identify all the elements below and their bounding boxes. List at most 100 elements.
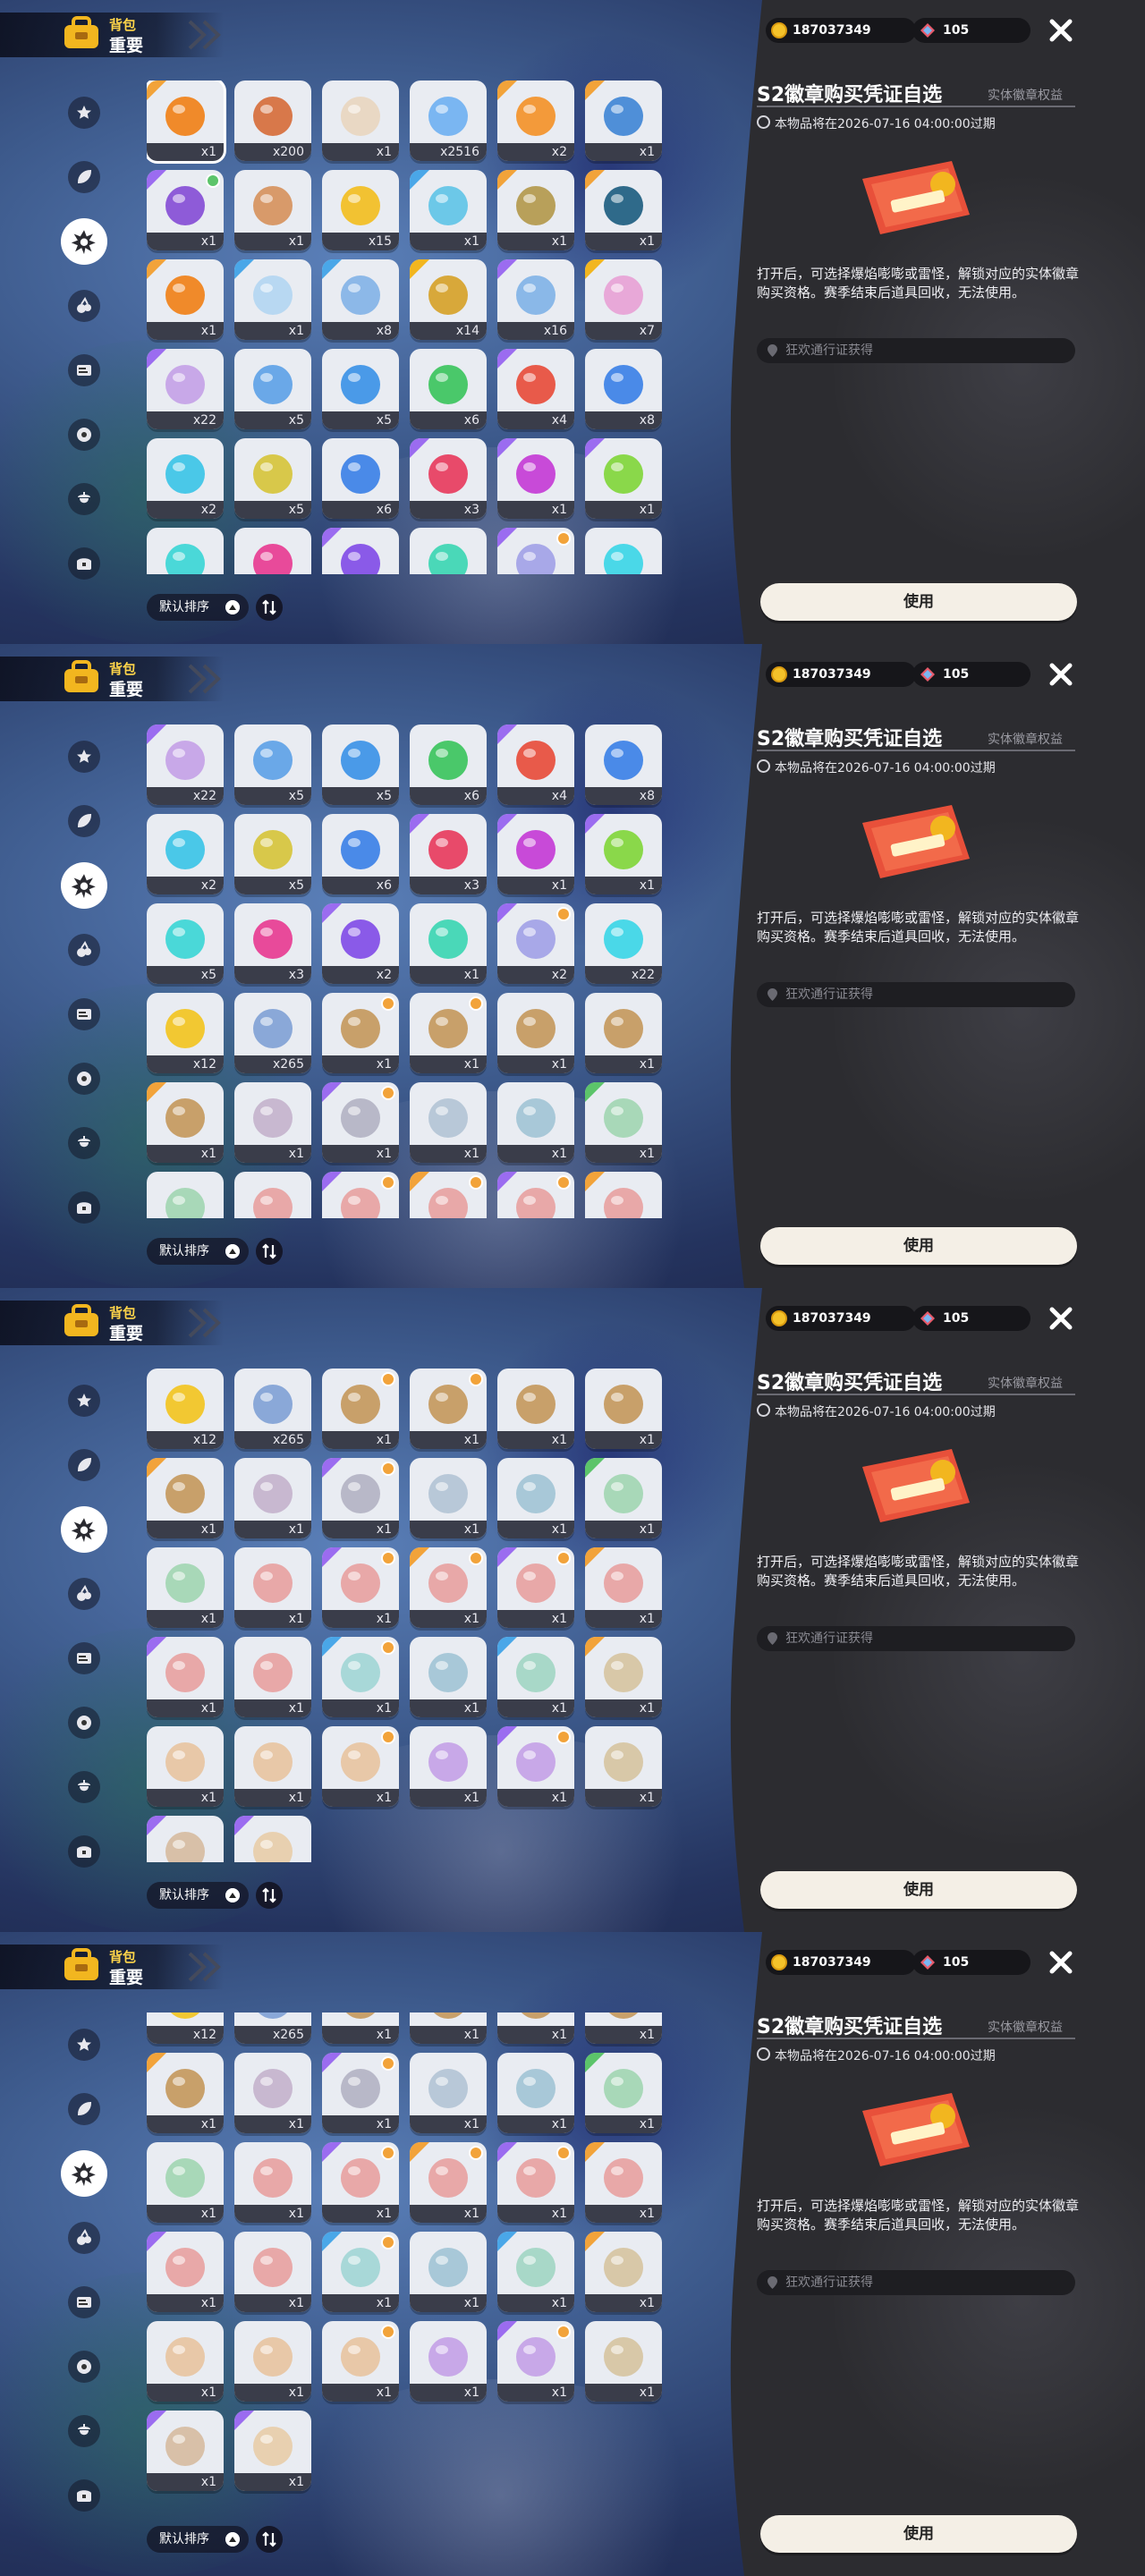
inventory-item[interactable]: x1 xyxy=(234,1172,311,1218)
sidebar-item-acorn[interactable] xyxy=(61,2408,107,2454)
item-grid[interactable]: x12 x265 x1 x1 x1 x1 x1 x1 x1 x1 x1 x1 x1 x1 x1 x1 x1 x1 x… xyxy=(147,2012,671,2506)
sidebar-item-star[interactable] xyxy=(61,2021,107,2068)
inventory-item[interactable]: x15 xyxy=(322,170,399,250)
inventory-item[interactable]: x1 xyxy=(322,2142,399,2223)
sidebar-item-badge[interactable] xyxy=(61,1506,107,1553)
inventory-item[interactable]: x5 xyxy=(234,724,311,805)
inventory-item[interactable]: x1 xyxy=(585,170,662,250)
inventory-item[interactable]: x6 xyxy=(410,349,487,429)
inventory-item[interactable]: x1 xyxy=(585,1726,662,1807)
close-icon[interactable] xyxy=(1047,1948,1075,1977)
inventory-item[interactable]: x1 xyxy=(322,2321,399,2402)
inventory-item[interactable]: x1 xyxy=(497,1368,574,1449)
inventory-item[interactable]: x8 xyxy=(585,724,662,805)
inventory-item[interactable]: x1 xyxy=(410,2053,487,2133)
inventory-item[interactable]: x1 xyxy=(147,170,224,250)
inventory-item[interactable]: x2 xyxy=(147,438,224,519)
inventory-item[interactable]: x1 xyxy=(147,2321,224,2402)
inventory-item[interactable]: x1 xyxy=(234,1458,311,1538)
inventory-item[interactable]: x1 xyxy=(410,1637,487,1717)
inventory-item[interactable]: x1 xyxy=(497,170,574,250)
inventory-item[interactable]: x1 xyxy=(497,2321,574,2402)
sidebar-item-card[interactable] xyxy=(61,991,107,1038)
sidebar-item-star[interactable] xyxy=(61,89,107,136)
inventory-item[interactable]: x5 xyxy=(147,903,224,984)
inventory-item[interactable]: x12 xyxy=(147,993,224,1073)
inventory-item[interactable]: x1 xyxy=(585,2232,662,2312)
inventory-item[interactable]: x2 xyxy=(322,903,399,984)
inventory-item[interactable]: x1 xyxy=(410,1547,487,1628)
item-grid[interactable]: x22 x5 x5 x6 x4 x8 x2 x5 x6 x3 x1 x1 x5 x3 x2 x1 x2 x22 x1… xyxy=(147,724,671,1218)
inventory-item[interactable]: x6 xyxy=(322,438,399,519)
inventory-item[interactable]: x1 xyxy=(497,1172,574,1218)
inventory-item[interactable]: x1 xyxy=(147,1458,224,1538)
sidebar-item-chest[interactable] xyxy=(61,2472,107,2519)
inventory-item[interactable]: x1 xyxy=(410,903,487,984)
inventory-item[interactable]: x5 xyxy=(147,528,224,574)
inventory-item[interactable]: x4 xyxy=(497,349,574,429)
inventory-item[interactable]: x1 xyxy=(410,2321,487,2402)
sidebar-item-badge[interactable] xyxy=(61,862,107,909)
inventory-item[interactable]: x1 xyxy=(585,1458,662,1538)
sidebar-item-chest[interactable] xyxy=(61,1184,107,1231)
inventory-item[interactable]: x1 xyxy=(147,2411,224,2491)
sidebar-item-star[interactable] xyxy=(61,733,107,780)
sort-dropdown[interactable]: 默认排序 xyxy=(147,2526,249,2553)
inventory-item[interactable]: x6 xyxy=(410,724,487,805)
inventory-item[interactable]: x3 xyxy=(410,438,487,519)
inventory-item[interactable]: x16 xyxy=(497,259,574,340)
inventory-item[interactable]: x1 xyxy=(322,1368,399,1449)
inventory-item[interactable]: x4 xyxy=(497,724,574,805)
inventory-item[interactable]: x22 xyxy=(585,903,662,984)
inventory-item[interactable]: x2 xyxy=(497,80,574,161)
sidebar-item-badge[interactable] xyxy=(61,218,107,265)
sidebar-item-acorn[interactable] xyxy=(61,1120,107,1166)
inventory-item[interactable]: x2516 xyxy=(410,80,487,161)
inventory-item[interactable]: x1 xyxy=(234,2411,311,2491)
sidebar-item-card[interactable] xyxy=(61,347,107,394)
sidebar-item-star[interactable] xyxy=(61,1377,107,1424)
inventory-item[interactable]: x22 xyxy=(147,724,224,805)
use-button[interactable]: 使用 xyxy=(760,583,1077,621)
inventory-item[interactable]: x22 xyxy=(147,349,224,429)
inventory-item[interactable]: x3 xyxy=(410,814,487,894)
inventory-item[interactable]: x1 xyxy=(410,1458,487,1538)
inventory-item[interactable]: x5 xyxy=(234,349,311,429)
inventory-item[interactable]: x2 xyxy=(497,903,574,984)
inventory-item[interactable]: x1 xyxy=(410,170,487,250)
inventory-item[interactable]: x1 xyxy=(497,1547,574,1628)
sidebar-item-chest[interactable] xyxy=(61,540,107,587)
inventory-item[interactable]: x1 xyxy=(410,1368,487,1449)
inventory-item[interactable]: x1 xyxy=(497,2053,574,2133)
inventory-item[interactable]: x1 xyxy=(322,1172,399,1218)
sidebar-item-card[interactable] xyxy=(61,1635,107,1682)
inventory-item[interactable]: x1 xyxy=(234,1547,311,1628)
inventory-item[interactable]: x1 xyxy=(585,1547,662,1628)
sidebar-item-acorn[interactable] xyxy=(61,1764,107,1810)
inventory-item[interactable]: x1 xyxy=(410,2012,487,2044)
inventory-item[interactable]: x1 xyxy=(585,2142,662,2223)
sort-order-toggle-icon[interactable] xyxy=(256,2526,283,2553)
inventory-item[interactable]: x1 xyxy=(497,2012,574,2044)
inventory-item[interactable]: x1 xyxy=(585,438,662,519)
inventory-item[interactable]: x1 xyxy=(322,993,399,1073)
inventory-item[interactable]: x265 xyxy=(234,993,311,1073)
sidebar-item-ball[interactable] xyxy=(61,411,107,458)
inventory-item[interactable]: x5 xyxy=(234,814,311,894)
sidebar-item-cherry[interactable] xyxy=(61,2215,107,2261)
inventory-item[interactable]: x1 xyxy=(497,1458,574,1538)
inventory-item[interactable]: x1 xyxy=(410,2232,487,2312)
sidebar-item-leaf[interactable] xyxy=(61,2086,107,2132)
inventory-item[interactable]: x3 xyxy=(234,528,311,574)
inventory-item[interactable]: x1 xyxy=(410,1726,487,1807)
inventory-item[interactable]: x5 xyxy=(322,724,399,805)
inventory-item[interactable]: x1 xyxy=(147,1726,224,1807)
inventory-item[interactable]: x1 xyxy=(147,1547,224,1628)
inventory-item[interactable]: x1 xyxy=(322,1726,399,1807)
inventory-item[interactable]: x1 xyxy=(497,438,574,519)
item-grid[interactable]: x12 x265 x1 x1 x1 x1 x1 x1 x1 x1 x1 x1 x1 x1 x1 x1 x1 x1 x… xyxy=(147,1368,671,1862)
inventory-item[interactable]: x1 xyxy=(585,1172,662,1218)
inventory-item[interactable]: x1 xyxy=(234,259,311,340)
inventory-item[interactable]: x1 xyxy=(585,2012,662,2044)
sidebar-item-card[interactable] xyxy=(61,2279,107,2326)
